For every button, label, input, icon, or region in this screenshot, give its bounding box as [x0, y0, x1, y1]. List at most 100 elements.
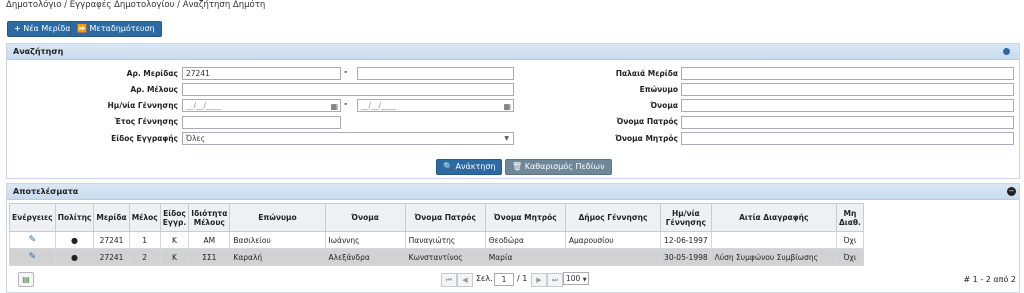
col-idiotita[interactable]: Ιδιότητα Μέλους	[188, 203, 231, 232]
cell-pateras: Κωνσταντίνος	[404, 248, 486, 266]
cell-merida: 27241	[93, 248, 130, 266]
search-button-label: Ανάκτηση	[455, 162, 496, 171]
edit-icon[interactable]: ✎	[9, 248, 56, 266]
cell-eidos: Κ	[159, 248, 190, 266]
col-aitia[interactable]: Αιτία Διαγραφής	[710, 203, 837, 232]
search-panel-header[interactable]: Αναζήτηση	[7, 44, 1019, 60]
search-icon: 🔍	[443, 162, 453, 171]
table-row[interactable]: ✎ ● 27241 2 Κ ΣΣ1 Καραλή Αλεξάνδρα Κωνστ…	[9, 248, 865, 266]
birth-year-input[interactable]	[182, 116, 341, 129]
cell-pateras: Παναγιώτης	[404, 231, 486, 249]
col-citizen: Πολίτης	[54, 203, 95, 232]
results-panel-header[interactable]: Αποτελέσματα	[7, 184, 1019, 200]
chevron-down-icon: ▼	[582, 277, 587, 283]
ar-meridas-from-input[interactable]: 27241	[182, 67, 341, 80]
breadcrumb-item-current: Αναζήτηση Δημότη	[182, 0, 266, 10]
breadcrumb-item-dimotologio[interactable]: Δημοτολόγιο	[6, 0, 61, 10]
cell-aitia: Λύση Συμφώνου Συμβίωσης	[710, 248, 837, 266]
col-mitera[interactable]: Όνομα Μητρός	[484, 203, 566, 232]
new-merida-label: Νέα Μερίδα	[23, 24, 71, 33]
reg-type-label: Είδος Εγγραφής	[111, 134, 178, 143]
birth-date-range-separator: -	[344, 99, 348, 108]
birth-date-to-input[interactable]: __/__/____ ▦	[357, 99, 514, 112]
next-page-icon[interactable]: ▶	[531, 273, 547, 287]
first-page-icon[interactable]: ⏮	[441, 273, 457, 287]
transfer-label: Μεταδημότευση	[89, 24, 155, 33]
birth-year-label: Έτος Γέννησης	[114, 117, 178, 126]
col-melos[interactable]: Μέλος	[128, 203, 161, 232]
col-merida[interactable]: Μερίδα	[93, 203, 130, 232]
calendar-icon[interactable]: ▦	[503, 101, 511, 112]
reg-type-select[interactable]: Όλες ▼	[182, 132, 514, 145]
cell-eponymo: Βασιλείου	[229, 231, 326, 249]
col-birth[interactable]: Ημ/νία Γέννησης	[660, 203, 712, 232]
chevron-down-icon: ▼	[504, 135, 509, 142]
birth-date-from-input[interactable]: __/__/____ ▦	[182, 99, 341, 112]
cell-onoma: Αλεξάνδρα	[324, 248, 406, 266]
status-indicator-dot	[1003, 48, 1010, 55]
ar-melous-label: Αρ. Μέλους	[130, 85, 178, 94]
results-table: Ενέργειες Πολίτης Μερίδα Μέλος Είδος Εγγ…	[9, 203, 865, 266]
surname-label: Επώνυμο	[639, 85, 678, 94]
cell-dimos	[564, 248, 662, 266]
old-merida-input[interactable]	[681, 67, 1014, 80]
table-row[interactable]: ✎ ● 27241 1 Κ ΑΜ Βασιλείου Ιωάννης Παναγ…	[9, 231, 865, 249]
cell-idiotita: ΑΜ	[188, 231, 231, 249]
last-page-icon[interactable]: ⏭	[547, 273, 563, 287]
col-eponymo[interactable]: Επώνυμο	[229, 203, 326, 232]
cell-birth: 30-05-1998	[660, 248, 712, 266]
ar-meridas-range-separator: -	[344, 67, 348, 76]
table-header-row: Ενέργειες Πολίτης Μερίδα Μέλος Είδος Εγγ…	[9, 203, 865, 232]
user-icon[interactable]: ●	[54, 248, 95, 266]
col-pateras[interactable]: Όνομα Πατρός	[404, 203, 486, 232]
father-name-input[interactable]	[681, 116, 1014, 129]
surname-input[interactable]	[681, 83, 1014, 96]
ar-meridas-to-input[interactable]	[357, 67, 514, 80]
collapse-icon[interactable]: −	[1007, 187, 1016, 196]
fast-forward-icon: ⏩	[77, 24, 87, 33]
cell-eidos: Κ	[159, 231, 190, 249]
cell-mitera: Θεοδώρα	[484, 231, 566, 249]
cell-eponymo: Καραλή	[229, 248, 326, 266]
search-button[interactable]: 🔍 Ανάκτηση	[436, 159, 503, 175]
reg-type-value: Όλες	[186, 134, 205, 143]
cell-mi-diath: Όχι	[835, 231, 865, 249]
col-dimos[interactable]: Δήμος Γέννησης	[564, 203, 662, 232]
cell-idiotita: ΣΣ1	[188, 248, 231, 266]
old-merida-label: Παλαιά Μερίδα	[615, 69, 678, 78]
prev-page-icon[interactable]: ◀	[457, 273, 473, 287]
ar-meridas-label: Αρ. Μερίδας	[126, 69, 178, 78]
col-mi-diath[interactable]: Μη Διαθ.	[835, 203, 865, 232]
user-icon[interactable]: ●	[54, 231, 95, 249]
birth-date-to-placeholder: __/__/____	[361, 101, 397, 110]
breadcrumb-separator: /	[177, 0, 181, 10]
cell-mitera: Μαρία	[484, 248, 566, 266]
export-excel-icon[interactable]: ▤	[18, 272, 34, 287]
col-onoma[interactable]: Όνομα	[324, 203, 406, 232]
breadcrumb-separator: /	[64, 0, 68, 10]
breadcrumb: Δημοτολόγιο / Εγγραφές Δημοτολογίου / Αν…	[6, 0, 265, 10]
page-number-input[interactable]: 1	[494, 273, 514, 286]
cell-mi-diath: Όχι	[835, 248, 865, 266]
search-panel-title: Αναζήτηση	[13, 47, 64, 56]
clear-fields-label: Καθαρισμός Πεδίων	[524, 162, 605, 171]
name-input[interactable]	[681, 99, 1014, 112]
col-actions: Ενέργειες	[9, 203, 56, 232]
mother-name-input[interactable]	[681, 132, 1014, 145]
results-count: # 1 - 2 από 2	[963, 275, 1016, 284]
calendar-icon[interactable]: ▦	[330, 101, 338, 112]
transfer-button[interactable]: ⏩ Μεταδημότευση	[70, 21, 162, 37]
edit-icon[interactable]: ✎	[9, 231, 56, 249]
cell-aitia	[710, 231, 837, 249]
trash-icon: 🗑	[512, 162, 523, 171]
mother-name-label: Όνομα Μητρός	[615, 134, 678, 143]
father-name-label: Όνομα Πατρός	[616, 117, 678, 126]
results-panel-title: Αποτελέσματα	[13, 187, 79, 196]
page-of-label: / 1	[517, 274, 528, 283]
ar-melous-input[interactable]	[182, 83, 514, 96]
breadcrumb-item-eggrafes[interactable]: Εγγραφές Δημοτολογίου	[70, 0, 175, 10]
new-merida-button[interactable]: + Νέα Μερίδα	[7, 21, 78, 37]
page-size-select[interactable]: 100 ▼	[563, 272, 589, 285]
col-eidos[interactable]: Είδος Εγγρ.	[159, 203, 190, 232]
clear-fields-button[interactable]: 🗑 Καθαρισμός Πεδίων	[505, 159, 612, 175]
